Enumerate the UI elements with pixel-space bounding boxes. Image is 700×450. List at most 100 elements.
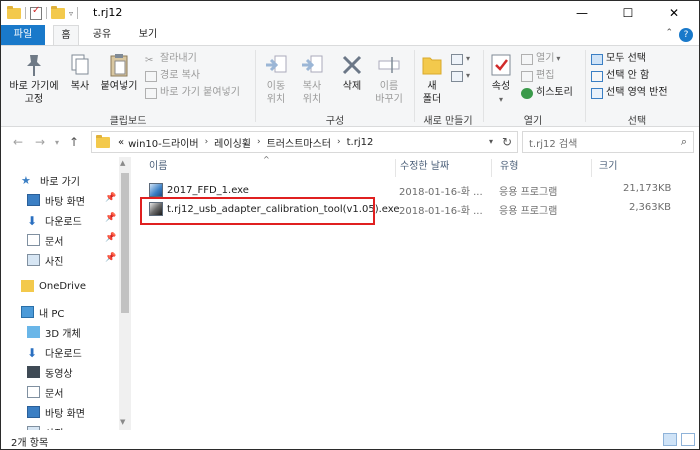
column-divider[interactable]: [591, 159, 592, 177]
nav-item-pc-pictures[interactable]: 사진: [27, 423, 119, 430]
forward-arrow-icon[interactable]: →: [35, 135, 45, 149]
desktop-icon: [27, 406, 40, 418]
back-arrow-icon[interactable]: ←: [13, 135, 23, 149]
chevron-right-icon[interactable]: ›: [257, 137, 261, 147]
folder-icon: [7, 5, 21, 19]
refresh-icon[interactable]: ↻: [502, 135, 512, 149]
edit-icon: [521, 70, 533, 82]
copy-icon: [67, 52, 93, 78]
search-input[interactable]: t.rj12 검색 ⌕: [522, 131, 694, 153]
nav-item-pc-downloads[interactable]: ⬇ 다운로드: [27, 343, 119, 361]
close-button[interactable]: ✕: [651, 1, 697, 25]
select-all-button[interactable]: 모두 선택: [591, 52, 646, 66]
paste-shortcut-button[interactable]: 바로 가기 붙여넣기: [145, 86, 240, 100]
nav-item-videos[interactable]: 동영상: [27, 363, 119, 381]
file-modified: 2018-01-16-화 ...: [399, 187, 483, 198]
select-none-button[interactable]: 선택 안 함: [591, 69, 649, 83]
select-all-icon: [591, 53, 603, 65]
cube-icon: [27, 326, 40, 338]
properties-icon[interactable]: [30, 5, 42, 20]
address-bar[interactable]: « win10-드라이버 › 레이싱휠 › 트러스트마스터 › t.rj12 ▾…: [91, 131, 518, 153]
nav-scrollbar[interactable]: ▲ ▼: [119, 157, 131, 430]
cut-button[interactable]: ✂ 잘라내기: [145, 52, 197, 66]
nav-scrollbar-thumb[interactable]: [121, 173, 129, 313]
pin-icon[interactable]: 📌: [105, 193, 116, 203]
customize-dropdown-icon[interactable]: ▿: [69, 9, 73, 18]
nav-this-pc[interactable]: 내 PC: [21, 303, 119, 321]
pictures-icon: [27, 254, 40, 266]
new-folder-button[interactable]: 새 폴더: [417, 52, 447, 106]
file-size: 21,173KB: [623, 183, 672, 194]
pin-icon[interactable]: 📌: [105, 253, 116, 263]
move-to-icon: [263, 52, 289, 78]
pin-to-quick-access-button[interactable]: 바로 가기에 고정: [5, 52, 63, 106]
delete-button[interactable]: 삭제: [335, 52, 369, 93]
up-arrow-icon[interactable]: ↑: [69, 135, 79, 149]
copy-path-icon: [145, 70, 157, 82]
breadcrumb-item[interactable]: 레이싱휠: [214, 135, 251, 150]
title-bar: ▿ t.rj12 — ☐ ✕: [1, 1, 699, 25]
pin-icon[interactable]: 📌: [105, 233, 116, 243]
chevron-right-icon[interactable]: ›: [205, 137, 209, 147]
breadcrumb-overflow[interactable]: «: [118, 137, 124, 148]
paste-button[interactable]: 붙여넣기: [97, 52, 141, 93]
help-icon[interactable]: ?: [679, 28, 693, 42]
history-button[interactable]: 히스토리: [521, 86, 573, 100]
details-view-icon[interactable]: [663, 433, 677, 446]
edit-button[interactable]: 편집: [521, 69, 554, 83]
nav-item-3d-objects[interactable]: 3D 개체: [27, 323, 119, 341]
new-folder-icon: [419, 52, 445, 78]
easy-access-icon: [451, 70, 463, 82]
scroll-down-icon[interactable]: ▼: [120, 418, 125, 426]
breadcrumb-item[interactable]: 트러스트마스터: [267, 135, 331, 150]
tab-file[interactable]: 파일: [1, 25, 45, 45]
address-row: ← → ▾ ↑ « win10-드라이버 › 레이싱휠 › 트러스트마스터 › …: [1, 127, 699, 157]
copy-button[interactable]: 복사: [65, 52, 95, 93]
column-header-type[interactable]: 유형: [496, 157, 596, 177]
column-divider[interactable]: [491, 159, 492, 177]
highlight-box: [140, 197, 375, 225]
onedrive-folder-icon: [21, 280, 34, 292]
recent-locations-icon[interactable]: ▾: [55, 138, 59, 147]
group-divider: [585, 50, 586, 122]
paste-icon: [106, 52, 132, 78]
open-button[interactable]: 열기 ▾: [521, 52, 560, 66]
properties-button[interactable]: 속성 ▾: [487, 52, 515, 106]
copy-to-icon: [299, 52, 325, 78]
scroll-up-icon[interactable]: ▲: [120, 159, 125, 167]
tab-view[interactable]: 보기: [133, 25, 163, 45]
easy-access-button[interactable]: ▾: [451, 69, 470, 83]
breadcrumb-item[interactable]: t.rj12: [347, 137, 374, 148]
column-header-modified[interactable]: 수정한 날짜: [396, 157, 496, 177]
tab-share[interactable]: 공유: [87, 25, 117, 45]
large-icons-view-icon[interactable]: [681, 433, 695, 446]
column-header-name[interactable]: 이름: [145, 157, 395, 177]
pin-icon[interactable]: 📌: [105, 213, 116, 223]
nav-item-pc-desktop[interactable]: 바탕 화면: [27, 403, 119, 421]
copy-path-button[interactable]: 경로 복사: [145, 69, 200, 83]
copy-to-button[interactable]: 복사 위치: [295, 52, 329, 106]
address-dropdown-icon[interactable]: ▾: [489, 137, 493, 146]
ribbon-tabs: 파일 홈 공유 보기 ⌃ ?: [1, 25, 699, 45]
invert-selection-button[interactable]: 선택 영역 반전: [591, 86, 668, 100]
nav-item-pc-documents[interactable]: 문서: [27, 383, 119, 401]
pin-label-line1: 바로 가기에: [9, 81, 59, 92]
group-divider: [483, 50, 484, 122]
nav-onedrive[interactable]: OneDrive: [21, 277, 119, 295]
search-icon: ⌕: [680, 135, 687, 148]
tab-home[interactable]: 홈: [53, 25, 79, 45]
computer-icon: [21, 306, 34, 318]
new-folder-icon[interactable]: [51, 5, 65, 19]
column-header-size[interactable]: 크기: [595, 157, 685, 177]
breadcrumb-item[interactable]: win10-드라이버: [128, 135, 198, 150]
move-to-button[interactable]: 이동 위치: [259, 52, 293, 106]
minimize-button[interactable]: —: [559, 1, 605, 25]
maximize-button[interactable]: ☐: [605, 1, 651, 25]
chevron-right-icon[interactable]: ›: [337, 137, 341, 147]
chevron-up-icon[interactable]: ⌃: [665, 28, 673, 38]
document-icon: [27, 234, 40, 246]
rename-button[interactable]: 이름 바꾸기: [369, 52, 409, 106]
ribbon: 바로 가기에 고정 복사 붙여넣기 ✂ 잘라내기 경로 복사 바로 가기 붙여넣기…: [1, 45, 699, 127]
nav-quick-access[interactable]: ★ 바로 가기: [21, 171, 119, 189]
new-item-button[interactable]: ▾: [451, 52, 470, 66]
